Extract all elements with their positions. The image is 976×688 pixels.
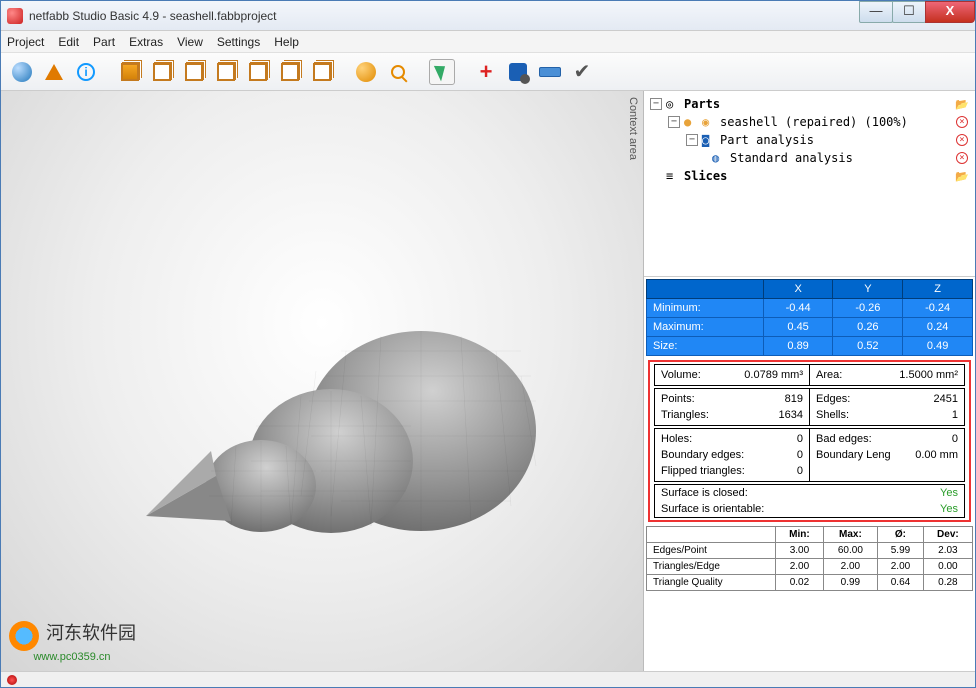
- analysis-panel: X Y Z Minimum:-0.44-0.26-0.24 Maximum:0.…: [644, 277, 975, 671]
- view-bottom-icon[interactable]: [309, 59, 335, 85]
- delete-icon[interactable]: ×: [955, 151, 969, 165]
- minimize-button[interactable]: —: [859, 1, 893, 23]
- toolbar: i + ✔: [1, 53, 975, 91]
- zoom-icon[interactable]: [385, 59, 411, 85]
- menu-extras[interactable]: Extras: [129, 35, 163, 49]
- folder-icon[interactable]: 📂: [955, 169, 969, 183]
- parts-tree[interactable]: − ◎ Parts 📂 − ● ◉ seashell (repaired) (1…: [644, 91, 975, 277]
- std-analysis-node[interactable]: Standard analysis: [730, 151, 853, 165]
- mesh-info-box: Volume:0.0789 mm³ Area:1.5000 mm² Points…: [648, 360, 971, 522]
- menu-settings[interactable]: Settings: [217, 35, 260, 49]
- folder-icon[interactable]: 📂: [955, 97, 969, 111]
- measure-icon[interactable]: [537, 59, 563, 85]
- tree-expand-icon[interactable]: −: [668, 116, 680, 128]
- eye-icon[interactable]: ◉: [702, 115, 716, 129]
- slices-icon: ≡: [666, 169, 680, 183]
- view-left-icon[interactable]: [213, 59, 239, 85]
- analysis-node-icon: ◙: [702, 133, 716, 147]
- delete-icon[interactable]: ×: [955, 115, 969, 129]
- dimensions-table: X Y Z Minimum:-0.44-0.26-0.24 Maximum:0.…: [646, 279, 973, 356]
- world-icon[interactable]: [9, 59, 35, 85]
- tree-expand-icon[interactable]: −: [686, 134, 698, 146]
- close-button[interactable]: X: [925, 1, 975, 23]
- dim-header-x: X: [763, 280, 833, 299]
- menu-view[interactable]: View: [177, 35, 203, 49]
- repair-icon[interactable]: +: [473, 59, 499, 85]
- viewport-3d[interactable]: Context area: [1, 91, 643, 671]
- select-icon[interactable]: [429, 59, 455, 85]
- parts-group-icon: ◎: [666, 97, 680, 111]
- dim-header-z: Z: [903, 280, 973, 299]
- analysis-icon[interactable]: [505, 59, 531, 85]
- visibility-icon[interactable]: ●: [684, 115, 698, 129]
- status-bar: [1, 671, 975, 687]
- view-top-icon[interactable]: [277, 59, 303, 85]
- menu-project[interactable]: Project: [7, 35, 44, 49]
- menu-help[interactable]: Help: [274, 35, 299, 49]
- pyramid-icon[interactable]: [41, 59, 67, 85]
- view-right-icon[interactable]: [245, 59, 271, 85]
- render-icon[interactable]: [353, 59, 379, 85]
- dim-header-y: Y: [833, 280, 903, 299]
- info-icon[interactable]: i: [73, 59, 99, 85]
- part-node[interactable]: seashell (repaired) (100%): [720, 115, 908, 129]
- delete-icon[interactable]: ×: [955, 133, 969, 147]
- parts-node[interactable]: Parts: [684, 97, 720, 111]
- right-panel: − ◎ Parts 📂 − ● ◉ seashell (repaired) (1…: [643, 91, 975, 671]
- status-indicator-icon: [7, 675, 17, 685]
- app-icon: [7, 8, 23, 24]
- maximize-button[interactable]: ☐: [892, 1, 926, 23]
- stats-table: Min:Max:Ø:Dev: Edges/Point3.0060.005.992…: [646, 526, 973, 591]
- seashell-mesh[interactable]: [141, 291, 541, 574]
- std-analysis-icon: ◍: [712, 151, 726, 165]
- tree-expand-icon[interactable]: −: [650, 98, 662, 110]
- context-area-label: Context area: [627, 97, 639, 160]
- view-front-icon[interactable]: [149, 59, 175, 85]
- view-back-icon[interactable]: [181, 59, 207, 85]
- slices-node[interactable]: Slices: [684, 169, 727, 183]
- title-bar: netfabb Studio Basic 4.9 - seashell.fabb…: [1, 1, 975, 31]
- view-iso-icon[interactable]: [117, 59, 143, 85]
- menu-bar: Project Edit Part Extras View Settings H…: [1, 31, 975, 53]
- analysis-node[interactable]: Part analysis: [720, 133, 814, 147]
- menu-part[interactable]: Part: [93, 35, 115, 49]
- window-title: netfabb Studio Basic 4.9 - seashell.fabb…: [29, 9, 277, 23]
- watermark: 河东软件园 www.pc0359.cn: [9, 619, 136, 663]
- menu-edit[interactable]: Edit: [58, 35, 79, 49]
- check-icon[interactable]: ✔: [569, 59, 595, 85]
- watermark-logo-icon: [9, 621, 39, 651]
